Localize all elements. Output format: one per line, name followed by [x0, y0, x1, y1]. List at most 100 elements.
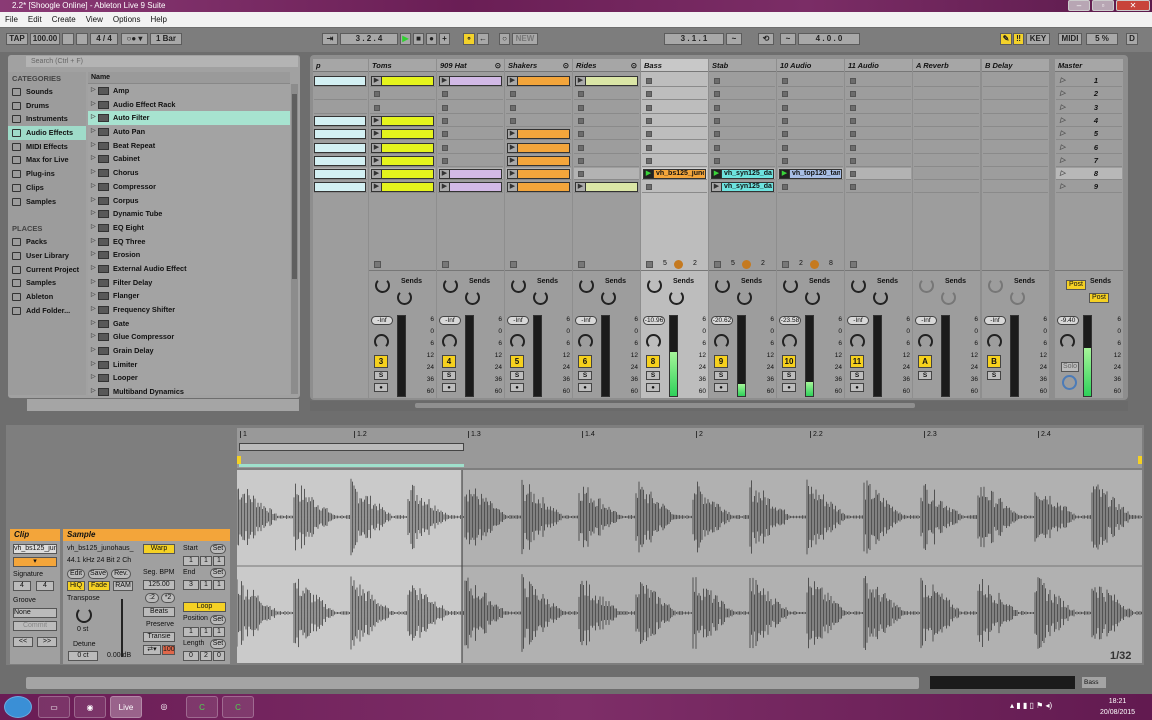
solo-button[interactable]: S — [714, 371, 728, 380]
clip-stop-button[interactable] — [646, 144, 652, 151]
end-beat[interactable]: 1 — [200, 580, 212, 590]
session-record-button[interactable]: ○ — [499, 33, 510, 45]
clip-stop-button[interactable] — [850, 104, 856, 111]
length-set-button[interactable]: Set — [210, 639, 226, 649]
send-b-knob[interactable] — [941, 290, 956, 305]
clip-launch-button[interactable]: ▶ — [372, 130, 382, 139]
clip-stop-button[interactable] — [782, 117, 788, 124]
monitor-toggle[interactable] — [442, 261, 449, 268]
clip[interactable] — [314, 129, 366, 140]
clip[interactable] — [314, 76, 366, 86]
send-b-knob[interactable] — [601, 290, 616, 305]
clip-slot[interactable] — [314, 102, 367, 114]
expand-icon[interactable]: ▷ — [91, 180, 96, 194]
nudge-down-button[interactable] — [62, 33, 74, 45]
clip-slot[interactable] — [778, 181, 843, 194]
monitor-toggle[interactable] — [374, 261, 381, 268]
device-item-corpus[interactable]: ▷ Corpus — [88, 194, 290, 208]
clip-color-dropdown[interactable]: ▾ — [13, 557, 57, 567]
clip-slot[interactable] — [846, 128, 911, 141]
clip-slot[interactable] — [438, 142, 503, 154]
place-packs[interactable]: Packs — [8, 235, 86, 249]
clip-slot[interactable] — [778, 88, 843, 101]
clip-stop-button[interactable] — [782, 104, 788, 111]
volume-field[interactable]: -Inf — [507, 316, 529, 325]
clip[interactable]: ▶ — [371, 182, 434, 193]
session-horizontal-scrollbar[interactable] — [310, 401, 1128, 411]
clip-stop-button[interactable] — [850, 131, 856, 138]
track-activator-button[interactable]: 4 — [442, 355, 456, 368]
clip-slot[interactable]: ▶ — [370, 142, 435, 154]
clip-stop-button[interactable] — [714, 78, 720, 84]
monitor-toggle[interactable] — [578, 261, 585, 268]
clip-stop-button[interactable] — [850, 144, 856, 151]
clip-stop-button[interactable] — [578, 144, 584, 151]
key-map-button[interactable]: KEY — [1026, 33, 1050, 45]
place-samples[interactable]: Samples — [8, 276, 86, 290]
clip-launch-button[interactable]: ▶ — [508, 183, 518, 192]
gain-slider[interactable] — [121, 599, 123, 657]
solo-button[interactable]: S — [374, 371, 388, 380]
clip-stop-button[interactable] — [714, 131, 720, 138]
clip-stop-button[interactable] — [850, 78, 856, 84]
expand-icon[interactable]: ▷ — [91, 371, 96, 385]
preserve-dropdown[interactable]: Transie — [143, 632, 175, 642]
clip[interactable]: ▶ — [371, 155, 434, 166]
scene-play-icon[interactable]: ▷ — [1060, 182, 1065, 190]
category-midi-effects[interactable]: MIDI Effects — [8, 140, 86, 154]
clip-slot[interactable] — [846, 181, 911, 194]
name-column-header[interactable]: Name — [88, 72, 290, 84]
length-beat[interactable]: 2 — [200, 651, 212, 661]
menu-file[interactable]: File — [5, 12, 18, 27]
device-item-external-audio-effect[interactable]: ▷ External Audio Effect — [88, 262, 290, 276]
clip-slot[interactable]: ▶ — [506, 181, 571, 194]
scene-launch[interactable]: ▷ 6 — [1056, 142, 1122, 154]
clock[interactable]: 18:21 20/08/2015 — [1100, 696, 1135, 718]
device-item-dynamic-tube[interactable]: ▷ Dynamic Tube — [88, 207, 290, 221]
send-a-knob[interactable] — [443, 278, 458, 293]
next-clip-button[interactable]: >> — [37, 637, 57, 647]
expand-icon[interactable]: ▷ — [91, 317, 96, 331]
expand-icon[interactable]: ▷ — [91, 235, 96, 249]
clip-launch-button[interactable]: ▶ — [440, 183, 450, 192]
menu-view[interactable]: View — [86, 12, 103, 27]
expand-icon[interactable]: ▷ — [91, 125, 96, 139]
waveform-ruler[interactable]: 1 1.2 1.3 1.4 2 2.2 2.3 2.4 — [237, 428, 1142, 468]
clip-slot[interactable] — [438, 155, 503, 167]
clip-stop-button[interactable] — [578, 104, 584, 111]
clip[interactable]: ▶ — [507, 129, 570, 140]
clip-slot[interactable] — [710, 128, 775, 141]
end-set-button[interactable]: Set — [210, 568, 226, 578]
solo-button[interactable]: S — [646, 371, 660, 380]
pan-knob[interactable] — [510, 334, 525, 349]
clip-slot[interactable]: ▶ — [438, 181, 503, 194]
track-activator-button[interactable]: B — [987, 355, 1001, 368]
clip[interactable]: ▶ — [507, 182, 570, 193]
grain-amount-field[interactable]: 100 — [162, 645, 175, 655]
half-tempo-button[interactable]: :2 — [145, 593, 159, 603]
solo-button[interactable]: S — [442, 371, 456, 380]
pan-knob[interactable] — [442, 334, 457, 349]
master-pan-knob[interactable] — [1060, 334, 1075, 349]
loop-button[interactable]: Loop — [183, 602, 226, 612]
start-bar[interactable]: 1 — [183, 556, 199, 566]
clip-slot[interactable] — [438, 88, 503, 101]
clip[interactable] — [314, 142, 366, 153]
pan-knob[interactable] — [987, 334, 1002, 349]
send-b-knob[interactable] — [533, 290, 548, 305]
clip-slot[interactable]: ▶vh_top120_tamb — [778, 168, 843, 181]
clip[interactable]: ▶ — [507, 76, 570, 86]
solo-button[interactable]: S — [918, 371, 932, 380]
monitor-toggle[interactable] — [850, 261, 857, 268]
clip-slot[interactable] — [983, 168, 1048, 181]
draw-mode-button[interactable]: ✎ — [1000, 33, 1012, 45]
chrome-taskbar-icon[interactable]: ◉ — [74, 696, 106, 718]
send-b-knob[interactable] — [805, 290, 820, 305]
clip-launch-button[interactable]: ▶ — [780, 170, 790, 179]
tap-button[interactable]: TAP — [6, 33, 28, 45]
punch-out-button[interactable]: ~ — [780, 33, 796, 45]
scene-launch[interactable]: ▷ 7 — [1056, 155, 1122, 167]
groove-dropdown[interactable]: None — [13, 608, 57, 618]
camtasia-taskbar-icon[interactable]: C — [186, 696, 218, 718]
clip-launch-button[interactable]: ▶ — [440, 77, 450, 85]
